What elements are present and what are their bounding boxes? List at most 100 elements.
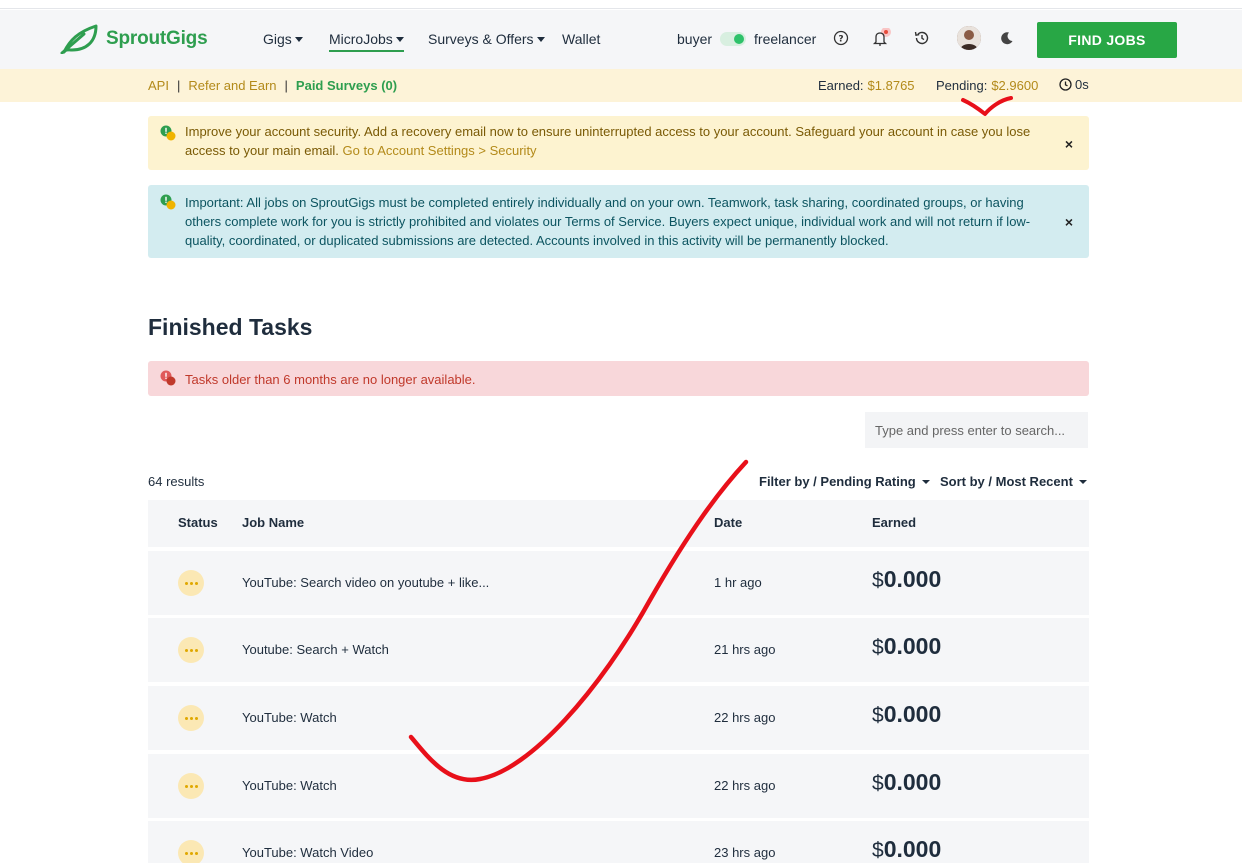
find-jobs-button[interactable]: FIND JOBS: [1037, 22, 1177, 58]
role-toggle: buyer freelancer: [677, 31, 816, 47]
chevron-down-icon: [395, 36, 404, 42]
alert-icon: [160, 125, 176, 141]
table-row[interactable]: YouTube: Watch 22 hrs ago $0.000: [148, 754, 1089, 818]
security-alert-text: Improve your account security. Add a rec…: [185, 124, 1031, 158]
job-earned: $0.000: [872, 769, 941, 796]
currency-symbol: $: [872, 772, 884, 795]
paid-surveys-link[interactable]: Paid Surveys (0): [296, 78, 397, 93]
job-name[interactable]: YouTube: Watch: [242, 710, 337, 725]
switch-knob: [734, 34, 745, 44]
header-job-name: Job Name: [242, 515, 305, 530]
pending-status-icon: [178, 637, 204, 663]
job-earned: $0.000: [872, 633, 941, 660]
pending-value: $2.9600: [991, 78, 1039, 93]
nav-surveys[interactable]: Surveys & Offers: [428, 31, 545, 47]
timer-value: 0s: [1075, 77, 1089, 92]
tasks-notice-text: Tasks older than 6 months are no longer …: [185, 372, 476, 387]
nav-surveys-label: Surveys & Offers: [428, 31, 534, 47]
alert-icon: [160, 370, 176, 386]
earned-balance: Earned: $1.8765: [818, 78, 915, 93]
earned-amount: 0.000: [883, 566, 942, 592]
filter-dropdown[interactable]: Filter by / Pending Rating: [759, 474, 930, 489]
filter-label: Filter by / Pending Rating: [759, 474, 916, 489]
bell-icon[interactable]: [871, 28, 891, 48]
help-icon[interactable]: ?: [831, 28, 851, 48]
earned-amount: 0.000: [883, 633, 942, 659]
role-switch[interactable]: [720, 32, 747, 46]
job-name[interactable]: Youtube: Search + Watch: [242, 642, 389, 657]
job-name[interactable]: YouTube: Watch Video: [242, 845, 373, 860]
chevron-down-icon: [294, 36, 303, 42]
pending-status-icon: [178, 705, 204, 731]
sort-label: Sort by / Most Recent: [940, 474, 1073, 489]
nav-wallet[interactable]: Wallet: [562, 31, 600, 47]
earned-label: Earned:: [818, 78, 864, 93]
search-input[interactable]: [865, 412, 1088, 448]
avatar[interactable]: [957, 26, 981, 50]
nav-gigs[interactable]: Gigs: [263, 31, 303, 47]
pending-balance: Pending: $2.9600: [936, 78, 1038, 93]
currency-symbol: $: [872, 704, 884, 727]
job-name[interactable]: YouTube: Watch: [242, 778, 337, 793]
moon-icon[interactable]: [997, 28, 1017, 48]
chevron-down-icon: [536, 36, 545, 42]
currency-symbol: $: [872, 636, 884, 659]
clock-icon: [1059, 78, 1072, 91]
earned-amount: 0.000: [883, 769, 942, 795]
history-icon[interactable]: [912, 28, 932, 48]
nav-gigs-label: Gigs: [263, 31, 292, 47]
header-status: Status: [178, 515, 218, 530]
pending-status-icon: [178, 773, 204, 799]
svg-text:?: ?: [838, 35, 843, 45]
job-date: 21 hrs ago: [714, 642, 776, 657]
brand-name: SproutGigs: [106, 28, 208, 49]
separator: |: [176, 78, 181, 93]
chevron-down-icon: [921, 479, 930, 484]
job-name[interactable]: YouTube: Search video on youtube + like.…: [242, 575, 489, 590]
header-earned: Earned: [872, 515, 917, 530]
pending-status-icon: [178, 570, 204, 596]
results-count: 64 results: [148, 474, 205, 489]
refer-link[interactable]: Refer and Earn: [188, 78, 276, 93]
alert-icon: [160, 194, 176, 210]
pending-label: Pending:: [936, 78, 988, 93]
chevron-down-icon: [1078, 479, 1087, 484]
table-row[interactable]: YouTube: Watch 22 hrs ago $0.000: [148, 686, 1089, 750]
nav-microjobs-label: MicroJobs: [329, 31, 393, 47]
table-row[interactable]: Youtube: Search + Watch 21 hrs ago $0.00…: [148, 618, 1089, 682]
timer: 0s: [1059, 77, 1089, 92]
logo[interactable]: SproutGigs: [60, 24, 208, 54]
sort-dropdown[interactable]: Sort by / Most Recent: [940, 474, 1087, 489]
role-freelancer-label[interactable]: freelancer: [754, 31, 816, 47]
earned-amount: 0.000: [883, 836, 942, 862]
header-date: Date: [714, 515, 743, 530]
earned-amount: 0.000: [883, 701, 942, 727]
leaf-logo-icon: [60, 24, 98, 54]
job-earned: $0.000: [872, 836, 941, 863]
browser-top-strip: [0, 0, 1242, 9]
nav-wallet-label: Wallet: [562, 31, 601, 47]
close-icon[interactable]: ×: [1065, 213, 1073, 232]
job-date: 1 hr ago: [714, 575, 762, 590]
table-row[interactable]: YouTube: Search video on youtube + like.…: [148, 551, 1089, 615]
separator: |: [284, 78, 288, 93]
table-row[interactable]: YouTube: Watch Video 23 hrs ago $0.000: [148, 821, 1089, 863]
page-title: Finished Tasks: [148, 314, 313, 340]
nav-microjobs[interactable]: MicroJobs: [329, 31, 404, 52]
currency-symbol: $: [872, 839, 884, 862]
account-settings-link[interactable]: Go to Account Settings > Security: [343, 143, 537, 158]
account-subbar: API | Refer and Earn | Paid Surveys (0) …: [0, 69, 1242, 102]
navbar: SproutGigs Gigs MicroJobs Surveys & Offe…: [0, 10, 1242, 69]
currency-symbol: $: [872, 569, 884, 592]
table-header: Status Job Name Date Earned: [148, 500, 1089, 547]
earned-value: $1.8765: [867, 78, 915, 93]
subbar-links: API | Refer and Earn | Paid Surveys (0): [148, 78, 397, 93]
close-icon[interactable]: ×: [1065, 135, 1073, 154]
api-link[interactable]: API: [148, 78, 169, 93]
security-alert: Improve your account security. Add a rec…: [148, 116, 1089, 170]
role-buyer-label[interactable]: buyer: [677, 31, 712, 47]
pending-status-icon: [178, 840, 204, 863]
tasks-notice: Tasks older than 6 months are no longer …: [148, 361, 1089, 396]
important-alert: Important: All jobs on SproutGigs must b…: [148, 185, 1089, 258]
job-date: 22 hrs ago: [714, 778, 776, 793]
